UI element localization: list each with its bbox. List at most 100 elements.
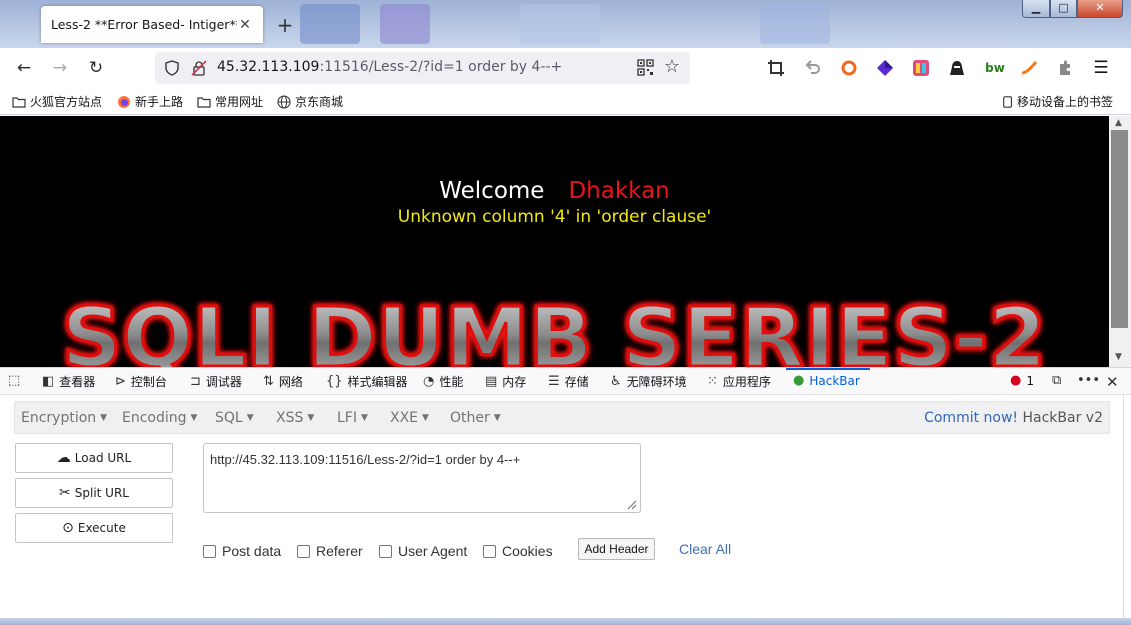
devtools-tab-inspector[interactable]: ◧ 查看器 — [42, 373, 95, 390]
menu-xss[interactable]: XSS ▼ — [276, 410, 314, 426]
menu-xxe[interactable]: XXE ▼ — [390, 410, 429, 426]
mobile-bookmarks-label: 移动设备上的书签 — [1017, 95, 1114, 109]
execute-button[interactable]: ⊙ Execute — [15, 513, 173, 543]
scroll-up-icon[interactable]: ▲ — [1115, 118, 1122, 128]
load-url-button[interactable]: ☁ Load URL — [15, 443, 173, 473]
scissors-icon: ✂ — [59, 485, 71, 501]
error-icon: ● — [1010, 373, 1022, 388]
minimize-button[interactable]: ▁ — [1022, 0, 1050, 18]
checkbox[interactable] — [379, 544, 392, 558]
devtools-tab-style-editor[interactable]: {} 样式编辑器 — [326, 373, 408, 390]
new-tab-button[interactable]: + — [272, 12, 298, 38]
back-button[interactable]: ← — [12, 56, 36, 80]
cookies-checkbox[interactable]: Cookies — [483, 543, 553, 559]
menu-encryption[interactable]: Encryption ▼ — [21, 410, 107, 426]
post-data-checkbox[interactable]: Post data — [203, 543, 281, 559]
close-icon[interactable]: ✕ — [237, 17, 253, 33]
devtools-tab-label: 查看器 — [59, 375, 96, 389]
page-content: Welcome Dhakkan Unknown column '4' in 'or… — [0, 116, 1109, 367]
extension-brush-icon[interactable] — [1019, 58, 1039, 78]
url-host: 45.32.113.109 — [217, 59, 320, 75]
devtools-tab-hackbar[interactable]: ● HackBar — [793, 373, 860, 388]
extensions-puzzle-icon[interactable] — [1055, 58, 1075, 78]
style-editor-icon: {} — [326, 374, 343, 389]
console-icon: ⊳ — [115, 374, 126, 389]
bookmark-item[interactable]: 火狐官方站点 — [12, 93, 102, 110]
error-count-badge[interactable]: ● 1 — [1010, 373, 1034, 388]
qr-code-icon[interactable] — [637, 59, 654, 76]
insecure-lock-icon[interactable] — [191, 60, 207, 76]
devtools-tab-accessibility[interactable]: ♿ 无障碍环境 — [610, 373, 687, 390]
scroll-down-icon[interactable]: ▼ — [1115, 352, 1122, 362]
extension-diamond-icon[interactable] — [875, 58, 895, 78]
shield-icon[interactable] — [164, 60, 180, 76]
url-text[interactable]: 45.32.113.109:11516/Less-2/?id=1 order b… — [217, 59, 562, 75]
url-textarea[interactable]: http://45.32.113.109:11516/Less-2/?id=1 … — [203, 443, 641, 513]
desktop-decoration — [520, 4, 600, 44]
devtools-tab-application[interactable]: ⁙ 应用程序 — [707, 373, 771, 390]
split-url-button[interactable]: ✂ Split URL — [15, 478, 173, 508]
more-options-icon[interactable]: ••• — [1077, 373, 1105, 388]
maximize-button[interactable]: □ — [1050, 0, 1077, 18]
tab-title: Less-2 **Error Based- Intiger** — [51, 17, 237, 32]
element-picker-icon[interactable]: ⬚ — [8, 373, 25, 388]
dock-side-icon[interactable]: ⧉ — [1052, 373, 1066, 388]
bookmark-item[interactable]: 常用网址 — [197, 93, 263, 110]
devtools-tab-debugger[interactable]: ⊐ 调试器 — [190, 373, 242, 390]
extension-agent-icon[interactable] — [947, 58, 967, 78]
button-label: Split URL — [74, 486, 129, 500]
menu-other[interactable]: Other ▼ — [450, 410, 501, 426]
checkbox[interactable] — [483, 544, 496, 558]
caret-down-icon: ▼ — [360, 413, 368, 423]
add-header-button[interactable]: Add Header — [578, 538, 655, 560]
crop-icon[interactable] — [766, 58, 786, 78]
checkbox[interactable] — [203, 544, 216, 558]
referer-checkbox[interactable]: Referer — [297, 543, 363, 559]
user-agent-checkbox[interactable]: User Agent — [379, 543, 467, 559]
menu-sql[interactable]: SQL ▼ — [215, 410, 254, 426]
caret-down-icon: ▼ — [100, 413, 108, 423]
extension-bw-icon[interactable]: bw — [983, 58, 1007, 78]
devtools-tab-performance[interactable]: ◔ 性能 — [423, 373, 463, 390]
mobile-bookmarks[interactable]: 移动设备上的书签 — [1002, 93, 1113, 110]
extension-ring-icon[interactable] — [839, 58, 859, 78]
desktop-decoration — [380, 4, 430, 44]
devtools-tab-label: 样式编辑器 — [347, 375, 408, 389]
checkbox[interactable] — [297, 544, 310, 558]
commit-now-link[interactable]: Commit now! — [924, 410, 1018, 426]
inspector-icon: ◧ — [42, 374, 55, 389]
sqli-banner-logo: SQLI DUMB SERIES-2 — [60, 290, 1048, 368]
devtools-tab-storage[interactable]: ☰ 存储 — [548, 373, 589, 390]
bookmark-label: 京东商城 — [295, 95, 344, 109]
bookmark-star-icon[interactable]: ☆ — [664, 56, 680, 77]
undo-icon[interactable] — [803, 58, 823, 78]
play-icon: ⊙ — [62, 520, 74, 536]
window-close-button[interactable]: ✕ — [1077, 0, 1123, 18]
clear-all-link[interactable]: Clear All — [679, 541, 731, 557]
bookmark-item[interactable]: 新手上路 — [117, 93, 183, 110]
bookmark-label: 常用网址 — [215, 95, 264, 109]
close-devtools-icon[interactable]: ✕ — [1106, 373, 1124, 391]
reload-button[interactable]: ↻ — [84, 56, 108, 80]
menu-label: XXE — [390, 410, 419, 426]
scrollbar-thumb[interactable] — [1111, 130, 1128, 328]
forward-button[interactable]: → — [48, 56, 72, 80]
checkbox-label: Referer — [316, 543, 363, 559]
devtools-tab-memory[interactable]: ▤ 内存 — [485, 373, 526, 390]
resize-grip-icon[interactable] — [625, 498, 637, 510]
navigation-toolbar: ← → ↻ 45.32.113.109:11516/Less-2/?id=1 o… — [0, 48, 1131, 88]
devtools-tab-console[interactable]: ⊳ 控制台 — [115, 373, 167, 390]
menu-lfi[interactable]: LFI ▼ — [337, 410, 368, 426]
menu-label: LFI — [337, 410, 357, 426]
devtools-tab-network[interactable]: ⇅ 网络 — [263, 373, 303, 390]
firefox-icon — [118, 95, 130, 108]
mobile-device-icon — [1003, 95, 1012, 108]
browser-tab[interactable]: Less-2 **Error Based- Intiger** ✕ — [41, 6, 263, 43]
menu-encoding[interactable]: Encoding ▼ — [122, 410, 197, 426]
address-bar[interactable]: 45.32.113.109:11516/Less-2/?id=1 order b… — [155, 52, 690, 84]
bookmark-item[interactable]: 京东商城 — [277, 93, 343, 110]
menu-hamburger-icon[interactable]: ☰ — [1091, 58, 1111, 78]
bookmark-label: 新手上路 — [135, 95, 184, 109]
page-scrollbar[interactable]: ▲ ▼ — [1109, 116, 1131, 367]
extension-colorful-icon[interactable] — [911, 58, 931, 78]
